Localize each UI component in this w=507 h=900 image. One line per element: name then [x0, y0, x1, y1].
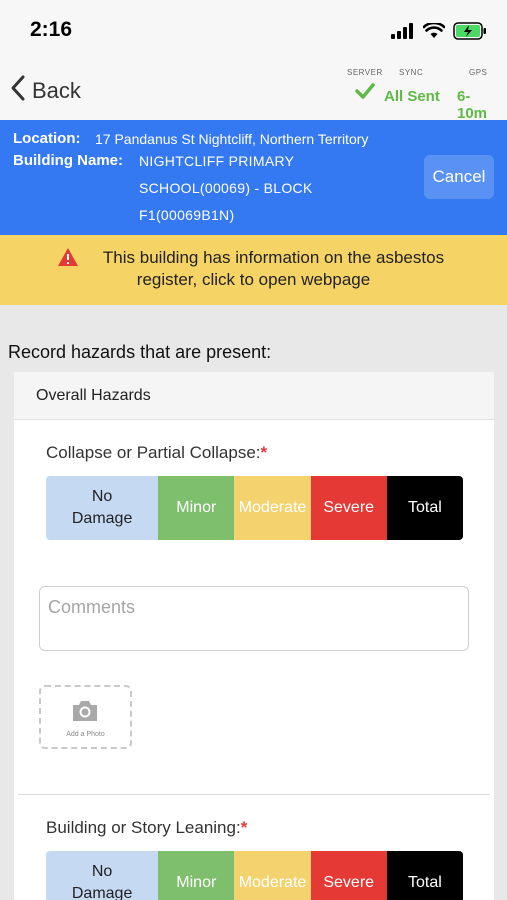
option-minor[interactable]: Minor: [158, 851, 235, 900]
building-name-label: Building Name:: [13, 152, 124, 169]
add-photo-button[interactable]: Add a Photo: [39, 685, 132, 749]
asbestos-warning-banner[interactable]: This building has information on the asb…: [0, 235, 507, 305]
status-time: 2:16: [30, 18, 73, 41]
sync-status-group: SERVER SYNC GPS All Sent 6-10m: [337, 66, 497, 122]
question-collapse-label: Collapse or Partial Collapse:*: [46, 443, 267, 463]
status-icons: [391, 21, 487, 45]
building-info-banner: Location: 17 Pandanus St Nightcliff, Nor…: [0, 120, 507, 235]
option-severe[interactable]: Severe: [310, 851, 387, 900]
back-button[interactable]: Back: [10, 74, 81, 107]
location-value: 17 Pandanus St Nightcliff, Northern Terr…: [95, 131, 369, 147]
option-severe[interactable]: Severe: [310, 476, 387, 540]
option-total[interactable]: Total: [386, 851, 463, 900]
building-name-line: SCHOOL(00069) - BLOCK: [139, 180, 313, 196]
question-text: Collapse or Partial Collapse:: [46, 443, 261, 462]
warning-text-line: register, click to open webpage: [136, 270, 371, 289]
back-label: Back: [32, 77, 81, 103]
option-total[interactable]: Total: [386, 476, 463, 540]
card-header: Overall Hazards: [14, 372, 494, 420]
building-name-line: NIGHTCLIFF PRIMARY: [139, 153, 295, 169]
gps-caption: GPS: [469, 68, 488, 77]
server-caption: SERVER: [347, 68, 383, 77]
option-moderate[interactable]: Moderate: [234, 851, 311, 900]
question-leaning-label: Building or Story Leaning:*: [46, 818, 247, 838]
option-moderate[interactable]: Moderate: [234, 476, 311, 540]
nav-bar: Back SERVER SYNC GPS All Sent 6-10m: [0, 62, 507, 122]
building-name-line: F1(00069B1N): [139, 207, 235, 223]
sync-caption: SYNC: [399, 68, 424, 77]
required-mark: *: [260, 443, 268, 462]
cancel-button[interactable]: Cancel: [424, 155, 494, 199]
wifi-icon: [422, 21, 446, 44]
battery-charging-icon: [453, 22, 487, 45]
collapse-damage-selector: No Damage Minor Moderate Severe Total: [46, 476, 463, 540]
server-check-icon: [355, 83, 375, 104]
comments-field[interactable]: [39, 586, 469, 651]
status-bar: 2:16: [0, 0, 507, 62]
option-no-damage[interactable]: No Damage: [46, 476, 159, 540]
section-divider: [18, 794, 490, 795]
section-title: Overall Hazards: [36, 387, 151, 404]
leaning-damage-selector: No Damage Minor Moderate Severe Total: [46, 851, 463, 900]
gps-accuracy: 6-10m: [457, 88, 488, 122]
cellular-signal-icon: [391, 23, 415, 44]
sync-status: All Sent: [384, 88, 440, 105]
option-minor[interactable]: Minor: [158, 476, 235, 540]
record-hazards-label: Record hazards that are present:: [8, 342, 272, 362]
camera-icon: [71, 699, 99, 728]
option-no-damage[interactable]: No Damage: [46, 851, 159, 900]
warning-text-line: This building has information on the asb…: [102, 248, 445, 267]
required-mark: *: [240, 818, 248, 837]
location-label: Location:: [13, 130, 81, 147]
chevron-left-icon: [10, 74, 26, 107]
add-photo-label: Add a Photo: [66, 731, 105, 738]
question-text: Building or Story Leaning:: [46, 818, 241, 837]
